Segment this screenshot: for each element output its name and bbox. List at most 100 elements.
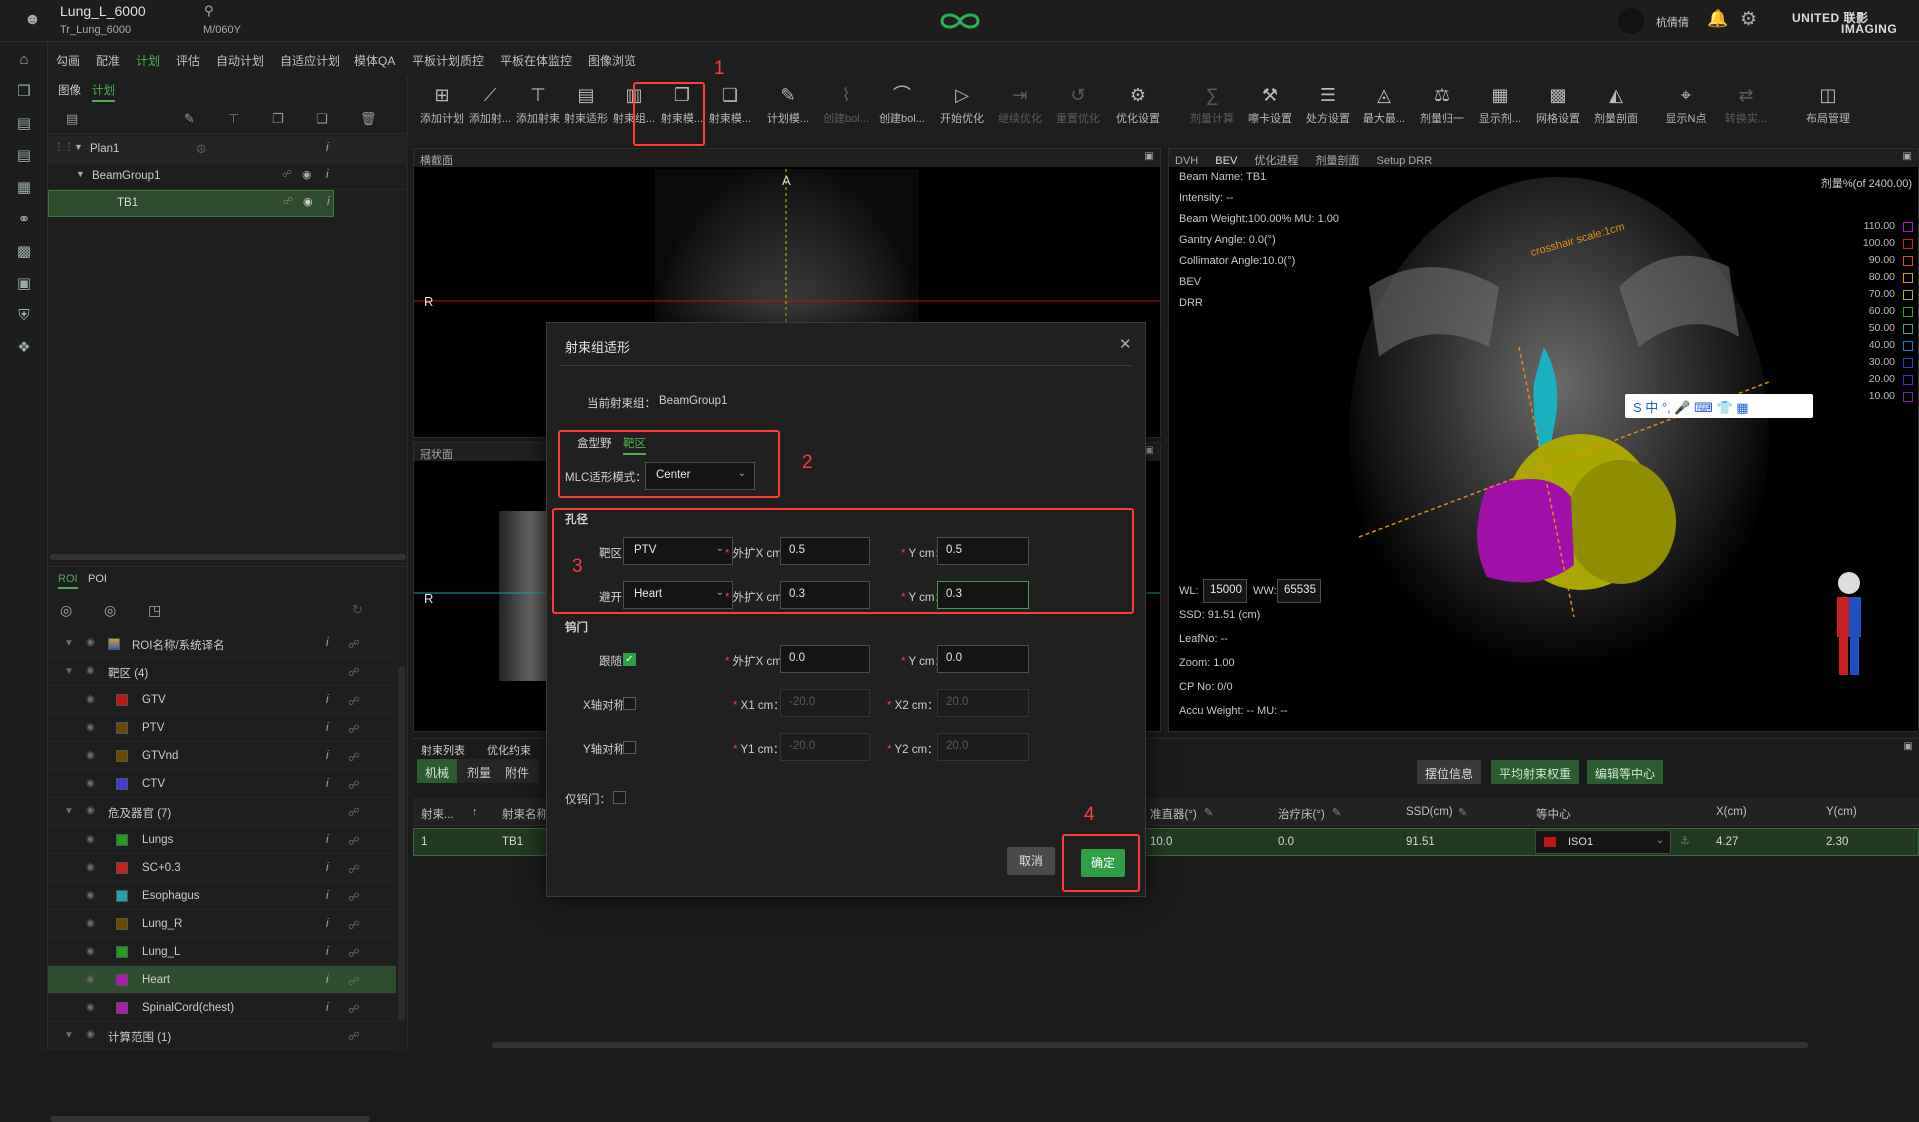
lock-icon[interactable]: ☍ bbox=[348, 890, 360, 904]
calendar-icon[interactable]: ▦ bbox=[14, 178, 34, 198]
layers-icon[interactable]: ❒ bbox=[14, 82, 34, 102]
roi-color-swatch[interactable] bbox=[116, 890, 128, 902]
eye-icon[interactable]: ◉ bbox=[86, 1029, 95, 1040]
user-icon[interactable]: ☻ bbox=[24, 11, 42, 29]
col-header-x[interactable]: X(cm) bbox=[1716, 806, 1747, 818]
info-icon[interactable]: i bbox=[326, 750, 329, 762]
y-symmetric-checkbox[interactable] bbox=[623, 741, 636, 754]
tool-button-16[interactable]: ☰ 处方设置 bbox=[1300, 80, 1356, 142]
roi-item-row[interactable]: ◉ Heart i ☍ bbox=[48, 966, 396, 994]
tab-roi[interactable]: ROI bbox=[58, 573, 78, 589]
roi-color-swatch[interactable] bbox=[116, 1002, 128, 1014]
info-icon[interactable]: i bbox=[326, 142, 329, 154]
roi-scrollbar[interactable] bbox=[398, 666, 405, 1021]
roi-item-row[interactable]: ◉ GTVnd i ☍ bbox=[48, 742, 396, 770]
eye-icon[interactable]: ◉ bbox=[86, 665, 95, 676]
chevron-down-icon[interactable]: ▼ bbox=[64, 1030, 74, 1041]
lock-icon[interactable]: ☍ bbox=[348, 1029, 360, 1043]
lock-icon[interactable]: ☍ bbox=[348, 722, 360, 736]
clipboard-icon[interactable]: ▤ bbox=[14, 114, 34, 134]
tool-button-24[interactable]: ◫ 布局管理 bbox=[1800, 80, 1856, 142]
roi-item-row[interactable]: ◉ SpinalCord(chest) i ☍ bbox=[48, 994, 396, 1022]
roi-hscrollbar[interactable] bbox=[50, 1116, 370, 1122]
tab-bev[interactable]: BEV bbox=[1215, 155, 1237, 167]
search-icon[interactable]: ⚲ bbox=[204, 3, 214, 19]
cancel-button[interactable]: 取消 bbox=[1007, 847, 1055, 875]
tab-optimization-constraints[interactable]: 优化约束 bbox=[487, 742, 531, 758]
tool-button-19[interactable]: ▦ 显示剂... bbox=[1472, 80, 1528, 142]
lock-icon[interactable]: ☍ bbox=[348, 974, 360, 988]
lock-icon[interactable]: ☍ bbox=[348, 750, 360, 764]
dose-level-swatch[interactable] bbox=[1903, 358, 1913, 368]
jaw-only-checkbox[interactable] bbox=[613, 791, 626, 804]
menu-item-phantom-qa[interactable]: 模体QA bbox=[354, 52, 395, 69]
roi-color-swatch[interactable] bbox=[116, 946, 128, 958]
lock-icon[interactable]: ☍ bbox=[348, 694, 360, 708]
edit-icon[interactable]: ✎ bbox=[1204, 806, 1213, 819]
tool-button-7[interactable]: ✎ 计划模... bbox=[760, 80, 816, 142]
tool-button-11[interactable]: ⇥ 继续优化 bbox=[992, 80, 1048, 142]
tool-button-9[interactable]: ⌒ 创建bol... bbox=[874, 80, 930, 142]
roi-color-swatch[interactable] bbox=[116, 722, 128, 734]
tab-poi[interactable]: POI bbox=[88, 573, 107, 585]
sort-arrow-icon[interactable]: ↑ bbox=[472, 806, 478, 818]
dose-level-swatch[interactable] bbox=[1903, 273, 1913, 283]
table-hscrollbar[interactable] bbox=[492, 1042, 1808, 1048]
roi-tool-b-icon[interactable]: ◎ bbox=[104, 602, 116, 619]
menu-item-panel-plan-qc[interactable]: 平板计划质控 bbox=[412, 52, 484, 69]
roi-color-swatch[interactable] bbox=[116, 862, 128, 874]
tab-plan[interactable]: 计划 bbox=[92, 82, 115, 102]
tool-button-14[interactable]: ∑ 剂量计算 bbox=[1184, 80, 1240, 142]
info-icon[interactable]: i bbox=[326, 834, 329, 846]
chevron-down-icon[interactable]: ▼ bbox=[64, 666, 74, 677]
tool-button-13[interactable]: ⚙ 优化设置 bbox=[1110, 80, 1166, 142]
tool-button-23[interactable]: ⇄ 转换实... bbox=[1718, 80, 1774, 142]
info-icon[interactable]: i bbox=[326, 694, 329, 706]
roi-color-swatch[interactable] bbox=[116, 974, 128, 986]
follow-checkbox[interactable]: ✓ bbox=[623, 653, 636, 666]
avatar[interactable] bbox=[1618, 8, 1644, 34]
chart-icon[interactable]: ▩ bbox=[14, 242, 34, 262]
tool-button-21[interactable]: ◭ 剂量剖面 bbox=[1588, 80, 1644, 142]
tree-row-plan1[interactable]: ⋮⋮ ▼ Plan1 ☮ i bbox=[48, 136, 408, 163]
x2-input[interactable]: 20.0 bbox=[937, 689, 1029, 717]
isocenter-select[interactable]: ISO1 ⌄ bbox=[1535, 830, 1671, 854]
lock-icon[interactable]: ☍ bbox=[348, 665, 360, 679]
roi-color-swatch[interactable] bbox=[116, 778, 128, 790]
eye-icon[interactable]: ◉ bbox=[86, 946, 95, 957]
bev-view[interactable]: DVH BEV 优化进程 剂量剖面 Setup DRR ▣ crosshair … bbox=[1168, 148, 1919, 732]
tree-hscrollbar[interactable] bbox=[50, 554, 406, 560]
roi-item-row[interactable]: ◉ Lungs i ☍ bbox=[48, 826, 396, 854]
menu-item-plan[interactable]: 计划 bbox=[136, 52, 160, 69]
average-beam-weight-button[interactable]: 平均射束权重 bbox=[1491, 760, 1580, 784]
lock-icon[interactable]: ☍ bbox=[348, 946, 360, 960]
lock-icon[interactable]: ☍ bbox=[348, 805, 360, 819]
tab-mechanical[interactable]: 机械 bbox=[417, 759, 458, 783]
info-icon[interactable]: i bbox=[327, 196, 330, 208]
chevron-down-icon[interactable]: ▼ bbox=[76, 169, 85, 179]
lock-icon[interactable]: ☍ bbox=[348, 834, 360, 848]
eye-icon[interactable]: ◉ bbox=[86, 862, 95, 873]
edit-icon[interactable]: ✎ bbox=[1458, 806, 1467, 819]
info-icon[interactable]: i bbox=[326, 722, 329, 734]
edit-icon[interactable]: ✎ bbox=[184, 111, 195, 127]
info-icon[interactable]: i bbox=[326, 169, 329, 181]
menu-item-adaptive-plan[interactable]: 自适应计划 bbox=[280, 52, 340, 69]
roi-color-swatch[interactable] bbox=[116, 750, 128, 762]
eye-icon[interactable]: ◉ bbox=[86, 918, 95, 929]
col-header-isocenter[interactable]: 等中心 bbox=[1536, 806, 1571, 822]
bell-icon[interactable]: 🔔 bbox=[1707, 9, 1728, 29]
maximize-icon[interactable]: ▣ bbox=[1904, 741, 1913, 752]
eye-icon[interactable]: ◉ bbox=[86, 890, 95, 901]
gear-icon[interactable]: ⚙ bbox=[1740, 8, 1757, 31]
x-symmetric-checkbox[interactable] bbox=[623, 697, 636, 710]
apps-icon[interactable]: ❖ bbox=[14, 338, 34, 358]
col-header-y[interactable]: Y(cm) bbox=[1826, 806, 1857, 818]
lock-icon[interactable]: ☍ bbox=[348, 862, 360, 876]
tree-row-beamgroup[interactable]: ▼ BeamGroup1 ☍ ◉ i bbox=[48, 163, 408, 190]
roi-item-row[interactable]: ◉ PTV i ☍ bbox=[48, 714, 396, 742]
menu-item-image-browse[interactable]: 图像浏览 bbox=[588, 52, 636, 69]
lock-icon[interactable]: ☍ bbox=[348, 637, 360, 651]
chevron-down-icon[interactable]: ▼ bbox=[64, 638, 74, 649]
link-icon[interactable]: ☍ bbox=[282, 169, 292, 180]
